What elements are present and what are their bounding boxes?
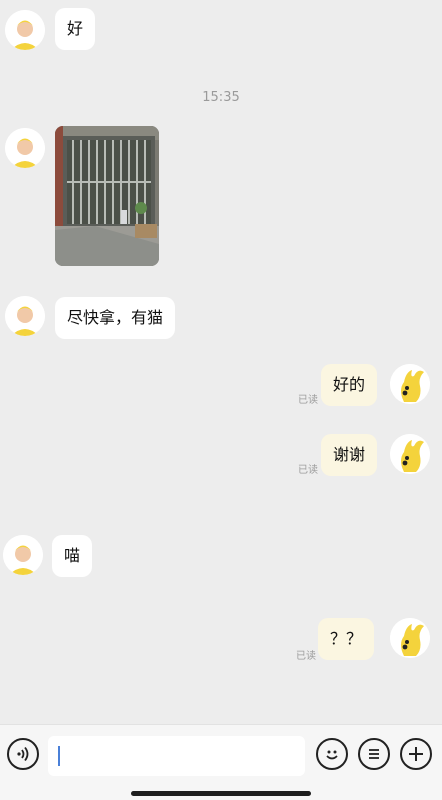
message-input[interactable] <box>48 736 305 776</box>
contact-avatar[interactable] <box>5 296 45 336</box>
message-photo[interactable] <box>55 126 159 266</box>
message-bubble[interactable]: 好 <box>55 8 96 50</box>
read-status: 已读 <box>298 395 318 406</box>
message-text: ？？ <box>330 629 363 648</box>
timestamp: 15:35 <box>202 90 240 105</box>
input-bar <box>0 724 442 800</box>
contact-avatar-image <box>5 296 45 336</box>
read-status: 已读 <box>298 465 318 476</box>
contact-avatar[interactable] <box>5 128 45 168</box>
message-bubble[interactable]: 尽快拿，有猫 <box>55 297 176 339</box>
contact-avatar-image <box>5 10 45 50</box>
message-text: 好 <box>67 19 84 38</box>
self-avatar[interactable] <box>390 618 430 658</box>
self-avatar-image <box>390 618 430 658</box>
self-avatar[interactable] <box>390 434 430 474</box>
message-bubble[interactable]: 喵 <box>52 535 93 577</box>
read-status: 已读 <box>296 651 316 662</box>
emoji-icon[interactable] <box>316 738 348 770</box>
plus-icon[interactable] <box>400 738 432 770</box>
self-avatar-image <box>390 434 430 474</box>
self-avatar[interactable] <box>390 364 430 404</box>
contact-avatar-image <box>3 535 43 575</box>
plus-icon-glyph <box>409 747 423 761</box>
voice-icon[interactable] <box>7 738 39 770</box>
contact-avatar[interactable] <box>3 535 43 575</box>
photo-image <box>55 126 159 266</box>
message-bubble[interactable]: 谢谢 <box>321 434 378 476</box>
home-indicator[interactable] <box>131 791 311 796</box>
message-text: 尽快拿，有猫 <box>67 308 164 327</box>
message-text: 好的 <box>333 375 366 394</box>
menu-icon[interactable] <box>358 738 390 770</box>
text-cursor <box>58 746 60 766</box>
voice-icon-glyph <box>17 746 29 762</box>
contact-avatar[interactable] <box>5 10 45 50</box>
chat-area: 好 15:35 尽快拿，有猫 已读 好的 已读 谢谢 喵 已读 ？？ <box>0 0 442 724</box>
self-avatar-image <box>390 364 430 404</box>
emoji-icon-glyph <box>326 750 338 760</box>
contact-avatar-image <box>5 128 45 168</box>
menu-icon-glyph <box>369 749 379 759</box>
message-bubble[interactable]: ？？ <box>318 618 375 660</box>
message-text: 谢谢 <box>333 445 366 464</box>
message-text: 喵 <box>64 546 81 565</box>
message-bubble[interactable]: 好的 <box>321 364 378 406</box>
